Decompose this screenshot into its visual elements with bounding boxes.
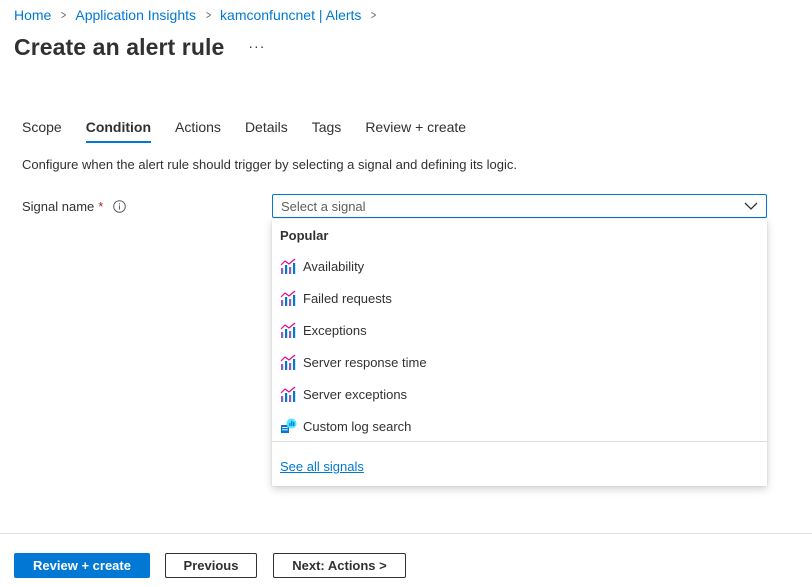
- tab-actions[interactable]: Actions: [175, 119, 221, 143]
- signal-option-server-exceptions[interactable]: Server exceptions: [272, 380, 767, 408]
- tab-condition[interactable]: Condition: [85, 119, 152, 143]
- signal-dropdown: Popular Availability Failed requests Exc…: [272, 219, 767, 486]
- tab-review-create[interactable]: Review + create: [365, 119, 466, 143]
- footer-divider: [0, 533, 812, 534]
- info-icon[interactable]: [113, 200, 127, 213]
- metric-chart-icon: [280, 354, 296, 370]
- tab-scope[interactable]: Scope: [22, 119, 62, 143]
- wizard-tabs: Scope Condition Actions Details Tags Rev…: [22, 119, 490, 143]
- see-all-signals-link[interactable]: See all signals: [280, 459, 364, 474]
- signal-option-availability[interactable]: Availability: [272, 252, 767, 280]
- chevron-right-icon: >: [61, 8, 67, 22]
- dropdown-group-header: Popular: [280, 228, 329, 243]
- signal-option-label: Failed requests: [303, 290, 392, 306]
- tab-details[interactable]: Details: [245, 119, 288, 143]
- signal-select-placeholder: Select a signal: [281, 198, 366, 214]
- tab-tags[interactable]: Tags: [312, 119, 342, 143]
- signal-option-server-response-time[interactable]: Server response time: [272, 348, 767, 376]
- metric-chart-icon: [280, 290, 296, 306]
- next-actions-button[interactable]: Next: Actions >: [273, 553, 406, 578]
- signal-option-exceptions[interactable]: Exceptions: [272, 316, 767, 344]
- log-search-icon: [281, 418, 297, 433]
- metric-chart-icon: [280, 386, 296, 402]
- breadcrumb-home[interactable]: Home: [14, 7, 51, 23]
- review-create-button[interactable]: Review + create: [14, 553, 150, 578]
- condition-description: Configure when the alert rule should tri…: [22, 157, 518, 172]
- required-marker: *: [98, 199, 104, 214]
- page-title: Create an alert rule: [14, 34, 225, 60]
- chevron-right-icon: >: [371, 8, 377, 22]
- previous-button[interactable]: Previous: [165, 553, 257, 578]
- chevron-right-icon: >: [205, 8, 212, 22]
- signal-option-label: Availability: [303, 258, 365, 274]
- signal-option-custom-log-search[interactable]: Custom log search: [272, 412, 767, 440]
- signal-option-label: Exceptions: [303, 322, 367, 338]
- signal-name-text: Signal name: [22, 199, 95, 214]
- signal-option-failed-requests[interactable]: Failed requests: [272, 284, 767, 312]
- chevron-down-icon: [744, 202, 758, 210]
- breadcrumb-application-insights[interactable]: Application Insights: [75, 7, 196, 23]
- metric-chart-icon: [280, 322, 296, 338]
- dropdown-divider: [272, 441, 767, 442]
- signal-option-label: Server response time: [303, 354, 427, 370]
- signal-select[interactable]: Select a signal: [272, 194, 767, 218]
- signal-option-label: Server exceptions: [303, 386, 408, 402]
- title-row: Create an alert rule ···: [14, 34, 265, 61]
- breadcrumb: Home > Application Insights > kamconfunc…: [14, 6, 385, 24]
- metric-chart-icon: [280, 258, 296, 274]
- signal-option-label: Custom log search: [303, 418, 412, 434]
- breadcrumb-alerts[interactable]: kamconfuncnet | Alerts: [220, 7, 361, 23]
- signal-name-label: Signal name *: [22, 199, 127, 214]
- more-options-button[interactable]: ···: [248, 38, 265, 54]
